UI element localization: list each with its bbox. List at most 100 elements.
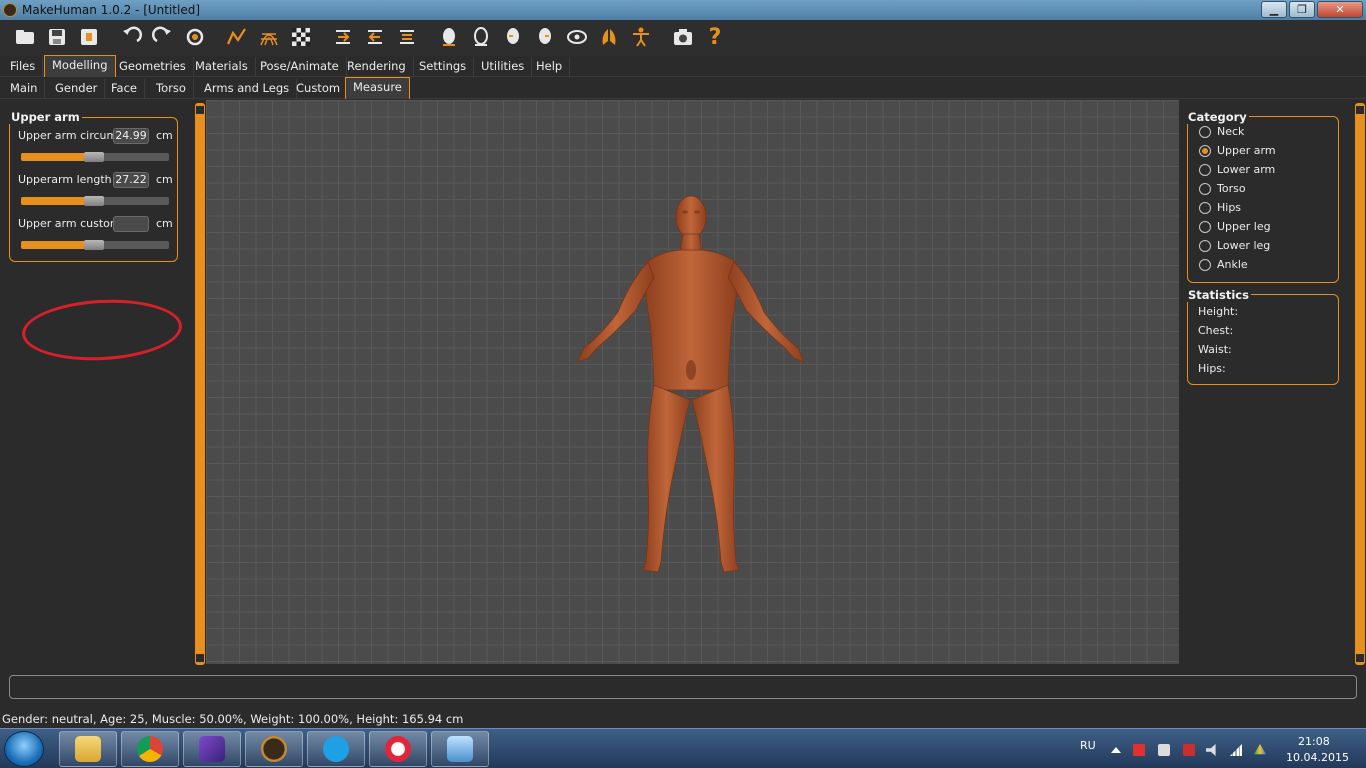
scroll-down-arrow[interactable]: [196, 654, 204, 662]
tab-main[interactable]: Main: [3, 79, 46, 99]
tab-measure[interactable]: Measure: [345, 77, 410, 99]
radio-button[interactable]: [1199, 221, 1211, 233]
front-view-button[interactable]: [329, 23, 357, 51]
upperarm-length-input[interactable]: 27.22: [113, 172, 149, 188]
wireframe-button[interactable]: [255, 23, 283, 51]
google-drive-icon[interactable]: [1254, 744, 1266, 755]
redo-icon: [152, 26, 171, 43]
radio-button[interactable]: [1199, 183, 1211, 195]
category-label: Neck: [1217, 125, 1245, 138]
taskbar-remote-desktop[interactable]: [431, 731, 489, 767]
radio-button[interactable]: [1199, 240, 1211, 252]
redo-button[interactable]: [149, 23, 177, 51]
reset-button[interactable]: [181, 23, 209, 51]
head-front-button[interactable]: [435, 23, 463, 51]
head-left-button[interactable]: [499, 23, 527, 51]
slider-fill: [21, 241, 93, 249]
screenshot-button[interactable]: [669, 23, 697, 51]
reset-camera-icon: [539, 28, 551, 44]
back-view-button[interactable]: [361, 23, 389, 51]
left-scrollbar[interactable]: [195, 103, 205, 665]
radio-button[interactable]: [1199, 126, 1211, 138]
close-button[interactable]: ✕: [1317, 1, 1363, 18]
tab-gender[interactable]: Gender: [48, 79, 106, 99]
pose-icon: [567, 30, 587, 44]
head-back-button[interactable]: [467, 23, 495, 51]
chrome-icon: [137, 736, 163, 762]
background-button[interactable]: [287, 23, 315, 51]
maximize-button[interactable]: ❐: [1289, 1, 1315, 18]
tab-settings[interactable]: Settings: [412, 57, 475, 77]
unit-label: cm: [156, 173, 173, 186]
taskbar-makehuman[interactable]: [245, 731, 303, 767]
radio-button[interactable]: [1199, 259, 1211, 271]
upper-arm-custom-input[interactable]: [113, 216, 149, 232]
taskbar-skype[interactable]: [307, 731, 365, 767]
stat-hips: Hips:: [1198, 362, 1226, 375]
reset-icon: [186, 28, 204, 46]
statistics-title: Statistics: [1186, 288, 1251, 302]
radio-button[interactable]: [1199, 164, 1211, 176]
figure-icon: [633, 27, 649, 47]
volume-icon[interactable]: [1206, 744, 1216, 756]
tab-geometries[interactable]: Geometries: [112, 57, 194, 77]
radio-button[interactable]: [1199, 202, 1211, 214]
dropbox-icon[interactable]: [1158, 744, 1170, 756]
background-icon: [292, 28, 310, 46]
head-right-button[interactable]: [531, 23, 559, 51]
3d-viewport[interactable]: [206, 100, 1179, 664]
head-top-button[interactable]: [563, 23, 591, 51]
show-hidden-icons-icon[interactable]: [1111, 747, 1121, 753]
language-indicator[interactable]: RU: [1080, 739, 1096, 752]
clock-time[interactable]: 21:08: [1298, 735, 1330, 748]
right-scrollbar[interactable]: [1355, 103, 1365, 665]
tab-files[interactable]: Files: [3, 57, 44, 77]
symmetry-button[interactable]: [595, 23, 623, 51]
help-button[interactable]: ?: [701, 23, 729, 51]
tab-torso[interactable]: Torso: [149, 79, 194, 99]
tab-help[interactable]: Help: [529, 57, 571, 77]
save-button[interactable]: [43, 23, 71, 51]
taskbar-chrome[interactable]: [121, 731, 179, 767]
main-tab-bar: Files Modelling Geometries Materials Pos…: [0, 55, 1366, 77]
undo-button[interactable]: [117, 23, 145, 51]
clock-date[interactable]: 10.04.2015: [1286, 751, 1349, 764]
tab-modelling[interactable]: Modelling: [44, 55, 116, 77]
taskbar-pen-app[interactable]: [183, 731, 241, 767]
tab-pose-animate[interactable]: Pose/Animate: [253, 57, 347, 77]
back-view-icon: [368, 30, 382, 44]
start-button[interactable]: [4, 731, 44, 767]
scroll-up-arrow[interactable]: [1356, 106, 1364, 114]
category-title: Category: [1186, 110, 1249, 124]
slider-handle[interactable]: [84, 196, 104, 206]
scroll-down-arrow[interactable]: [1356, 654, 1364, 662]
slider-handle[interactable]: [84, 240, 104, 250]
load-button[interactable]: [11, 23, 39, 51]
taskbar-explorer[interactable]: [59, 731, 117, 767]
tab-custom[interactable]: Custom: [289, 79, 349, 99]
tab-arms-and-legs[interactable]: Arms and Legs: [197, 79, 298, 99]
scroll-up-arrow[interactable]: [196, 106, 204, 114]
human-model[interactable]: [206, 100, 1179, 664]
signal-icon[interactable]: [1230, 744, 1242, 756]
smooth-button[interactable]: [223, 23, 251, 51]
remote-desktop-icon: [447, 736, 473, 762]
pose-button[interactable]: [627, 23, 655, 51]
action-center-flag-icon[interactable]: [1133, 744, 1145, 756]
radio-button-selected[interactable]: [1199, 145, 1211, 157]
slider-handle[interactable]: [84, 152, 104, 162]
tab-face[interactable]: Face: [104, 79, 146, 99]
unit-label: cm: [156, 129, 173, 142]
tab-utilities[interactable]: Utilities: [474, 57, 533, 77]
minimize-button[interactable]: ▁: [1261, 1, 1287, 18]
tab-rendering[interactable]: Rendering: [340, 57, 414, 77]
category-label: Hips: [1217, 201, 1242, 214]
upper-arm-circum-input[interactable]: 24.99: [113, 128, 149, 144]
pen-app-icon: [199, 736, 225, 762]
tab-materials[interactable]: Materials: [188, 57, 256, 77]
side-view-button[interactable]: [393, 23, 421, 51]
export-button[interactable]: [75, 23, 103, 51]
taskbar-itunes[interactable]: [369, 731, 427, 767]
device-icon[interactable]: [1183, 744, 1195, 756]
wireframe-icon: [260, 33, 278, 46]
